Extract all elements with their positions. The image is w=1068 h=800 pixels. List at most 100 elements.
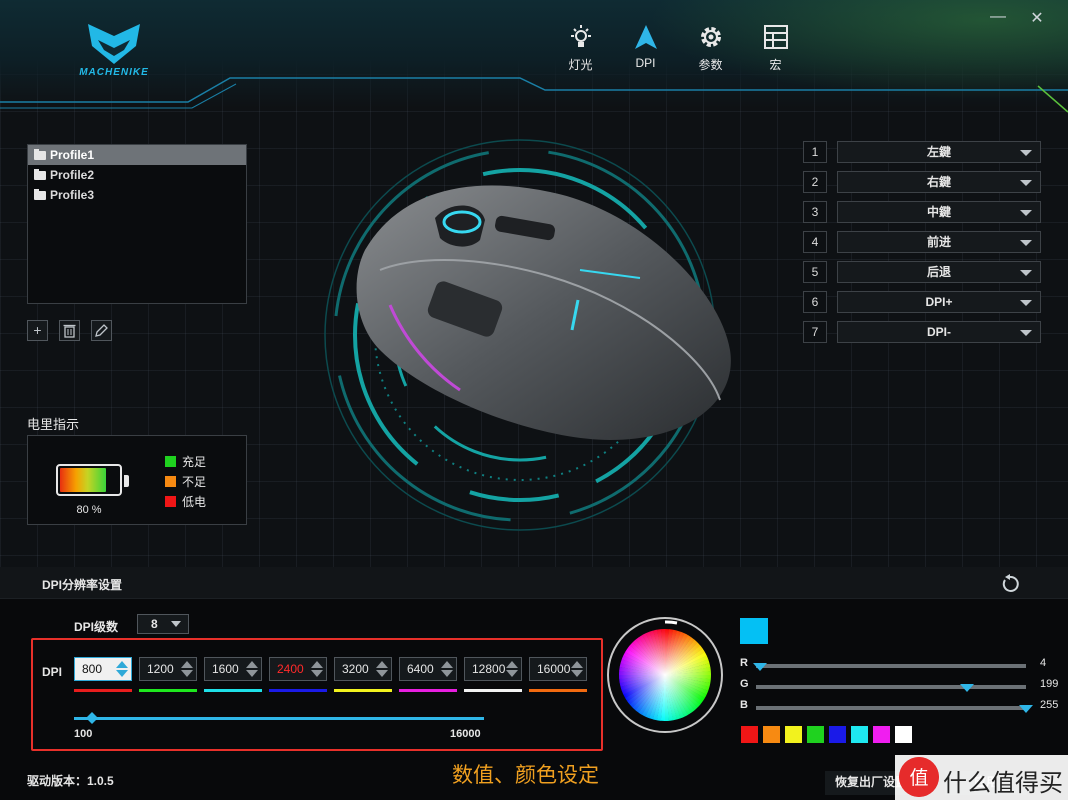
- minimize-button[interactable]: —: [988, 8, 1008, 28]
- button-number: 7: [803, 321, 827, 343]
- button-map-row: 1 左鍵: [803, 141, 1041, 163]
- dpi-stage-input[interactable]: 2400: [269, 657, 327, 681]
- chevron-down-icon: [1020, 180, 1032, 186]
- green-thumb[interactable]: [959, 684, 974, 692]
- color-preset[interactable]: [873, 726, 890, 743]
- dpi-color-bar: [464, 689, 522, 692]
- green-track[interactable]: [756, 684, 1026, 692]
- dpi-settings-panel: DPI分辨率设置 DPI级数 8 DPI 800 1200 1600 2400 …: [0, 567, 1068, 800]
- color-preset[interactable]: [895, 726, 912, 743]
- chevron-down-icon: [171, 621, 181, 627]
- button-assign-select[interactable]: 左鍵: [837, 141, 1041, 163]
- legend-swatch: [165, 456, 176, 467]
- profile-label: Profile2: [50, 168, 95, 182]
- annotation-caption: 数值、颜色设定: [452, 764, 599, 787]
- spinner-arrows-icon[interactable]: [376, 661, 388, 677]
- reset-icon[interactable]: [1000, 574, 1020, 594]
- profile-item[interactable]: Profile3: [28, 185, 246, 205]
- dpi-slider-thumb[interactable]: [86, 712, 99, 724]
- dpi-stage-input[interactable]: 16000: [529, 657, 587, 681]
- folder-icon: [34, 168, 46, 180]
- profile-item[interactable]: Profile2: [28, 165, 246, 185]
- spinner-arrows-icon[interactable]: [506, 661, 518, 677]
- current-color-swatch: [740, 618, 768, 644]
- dpi-slider-min: 100: [74, 728, 93, 740]
- color-preset[interactable]: [785, 726, 802, 743]
- button-assign-value: 右鍵: [926, 175, 951, 189]
- chevron-down-icon: [1020, 240, 1032, 246]
- dpi-stage-input[interactable]: 3200: [334, 657, 392, 681]
- edit-profile-button[interactable]: [91, 320, 112, 341]
- main-nav: 灯光 DPI 参数 宏: [548, 24, 808, 73]
- spinner-arrows-icon[interactable]: [246, 661, 258, 677]
- spinner-arrows-icon[interactable]: [571, 661, 583, 677]
- blue-thumb[interactable]: [1019, 705, 1033, 713]
- legend-full: 充足: [165, 453, 206, 470]
- button-assign-select[interactable]: DPI-: [837, 321, 1041, 343]
- add-profile-button[interactable]: +: [27, 320, 48, 341]
- dpi-slider-track[interactable]: [74, 717, 484, 720]
- gear-icon: [700, 27, 721, 47]
- legend-swatch: [165, 496, 176, 507]
- battery-panel: 80 % 充足 不足 低电: [27, 435, 247, 525]
- spinner-arrows-icon[interactable]: [441, 661, 453, 677]
- dpi-stage-value: 6400: [407, 662, 434, 676]
- battery-percent: 80 %: [76, 504, 102, 516]
- color-preset[interactable]: [851, 726, 868, 743]
- dpi-arrow-icon: [634, 25, 657, 49]
- dpi-stage-input[interactable]: 12800: [464, 657, 522, 681]
- color-wheel[interactable]: [606, 616, 724, 734]
- dpi-level-value: 8: [151, 617, 158, 631]
- button-assign-select[interactable]: 后退: [837, 261, 1041, 283]
- light-icon: [570, 25, 591, 47]
- nav-tab-lighting[interactable]: 灯光: [548, 24, 613, 73]
- dpi-stage-input[interactable]: 1200: [139, 657, 197, 681]
- spinner-arrows-icon[interactable]: [181, 661, 193, 677]
- button-assign-select[interactable]: DPI+: [837, 291, 1041, 313]
- button-assign-value: 后退: [926, 265, 951, 279]
- button-assign-value: 中鍵: [926, 205, 951, 219]
- nav-tab-macro[interactable]: 宏: [743, 24, 808, 73]
- watermark-text: 什么值得买: [943, 769, 1063, 797]
- button-assign-select[interactable]: 右鍵: [837, 171, 1041, 193]
- nav-label-params: 参数: [698, 58, 723, 72]
- profile-label: Profile3: [50, 188, 95, 202]
- color-preset[interactable]: [807, 726, 824, 743]
- button-assign-select[interactable]: 前进: [837, 231, 1041, 253]
- chevron-down-icon: [1020, 300, 1032, 306]
- pencil-icon: [95, 324, 108, 337]
- app-window: MACHENIKE 灯光 DPI 参数 宏 — ✕ Profile1 Profi…: [0, 0, 1068, 800]
- dpi-stage-input[interactable]: 800: [74, 657, 132, 681]
- panel-title: DPI分辨率设置: [42, 578, 123, 592]
- spinner-arrows-icon[interactable]: [311, 661, 323, 677]
- dpi-color-bar: [204, 689, 262, 692]
- blue-track[interactable]: [756, 705, 1033, 713]
- dpi-stage-value: 800: [82, 662, 103, 676]
- nav-tab-dpi[interactable]: DPI: [613, 24, 678, 73]
- dpi-level-label: DPI级数: [74, 620, 119, 634]
- profile-label: Profile1: [50, 148, 95, 162]
- nav-tab-params[interactable]: 参数: [678, 24, 743, 73]
- color-preset[interactable]: [829, 726, 846, 743]
- button-map-row: 7 DPI-: [803, 321, 1041, 343]
- button-assign-select[interactable]: 中鍵: [837, 201, 1041, 223]
- profile-item[interactable]: Profile1: [28, 145, 246, 165]
- smzdm-logo: 值: [899, 757, 939, 797]
- folder-icon: [34, 148, 46, 160]
- delete-profile-button[interactable]: [59, 320, 80, 341]
- dpi-stage-input[interactable]: 6400: [399, 657, 457, 681]
- dpi-level-select[interactable]: 8: [137, 614, 189, 634]
- spinner-arrows-icon[interactable]: [116, 661, 128, 677]
- dpi-color-bar: [399, 689, 457, 692]
- red-track[interactable]: [753, 663, 1026, 671]
- red-label: R: [740, 657, 748, 669]
- color-preset[interactable]: [763, 726, 780, 743]
- blue-slider: B 255: [740, 698, 1060, 716]
- color-preset[interactable]: [741, 726, 758, 743]
- close-button[interactable]: ✕: [1027, 8, 1047, 28]
- button-assign-value: DPI-: [927, 325, 951, 339]
- dpi-stage-input[interactable]: 1600: [204, 657, 262, 681]
- nav-label-macro: 宏: [769, 58, 782, 72]
- red-thumb[interactable]: [753, 663, 768, 671]
- dpi-stage-value: 2400: [277, 662, 304, 676]
